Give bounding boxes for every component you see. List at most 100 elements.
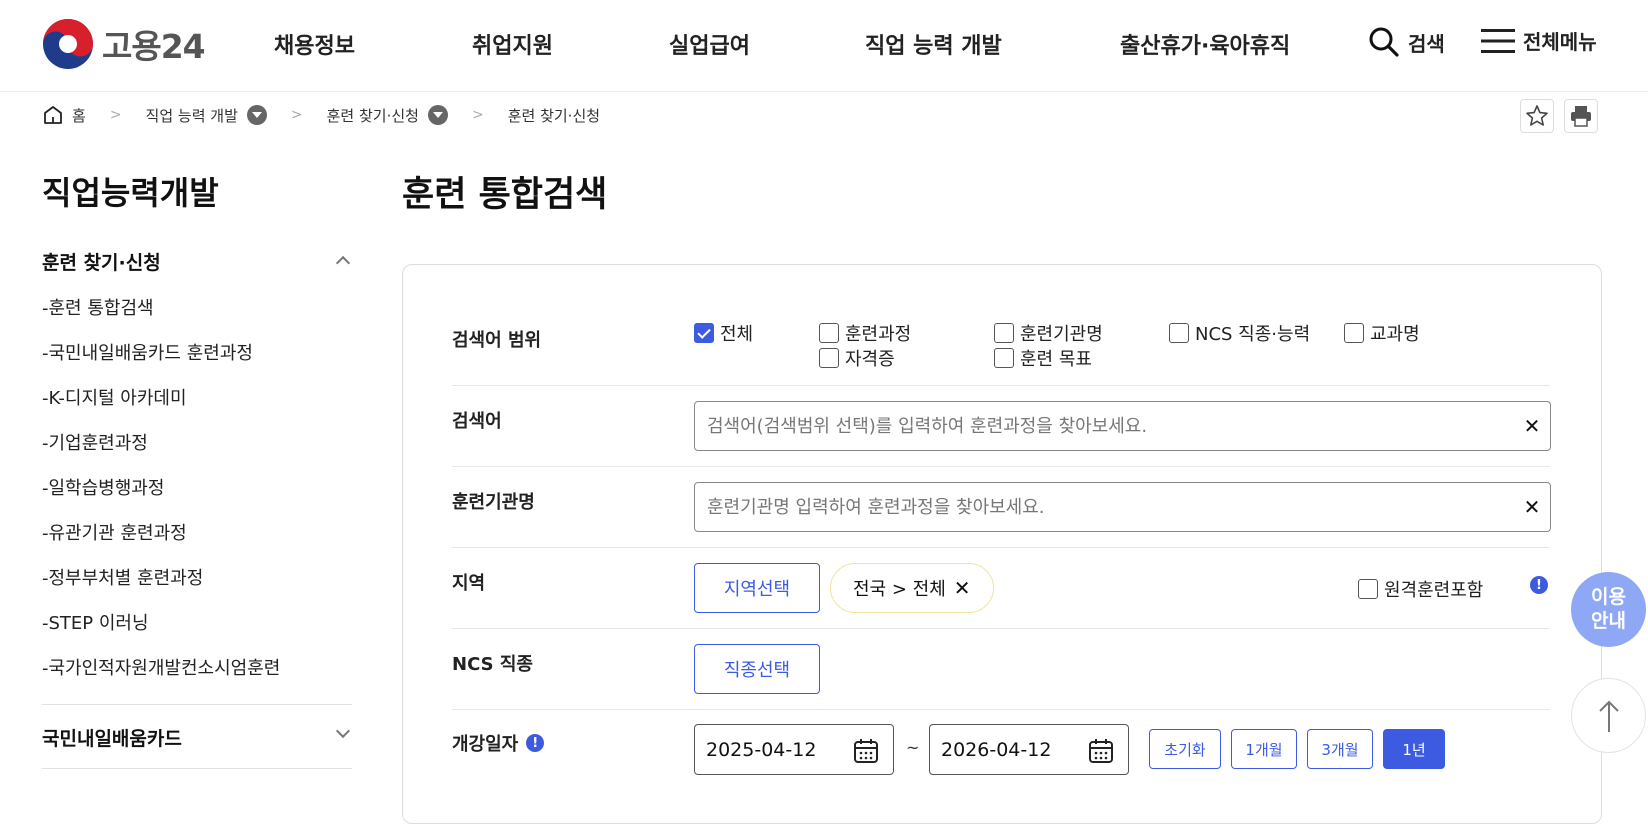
checkbox-icon: [994, 348, 1014, 368]
date-range-tilde: ~: [906, 738, 920, 757]
start-date-from-field[interactable]: 2025-04-12: [694, 724, 894, 775]
header-menu-label: 전체메뉴: [1523, 30, 1597, 54]
scope-checkbox-goal[interactable]: 훈련 목표: [994, 345, 1092, 371]
checkbox-icon: [819, 348, 839, 368]
scroll-top-button[interactable]: [1571, 678, 1646, 753]
clear-keyword-icon[interactable]: ✕: [1514, 414, 1550, 438]
breadcrumb-level1[interactable]: 직업 능력 개발: [146, 105, 238, 126]
sidebar-item-integrated-search[interactable]: -훈련 통합검색: [42, 294, 154, 320]
sidebar-item-tomorrow-card-course[interactable]: -국민내일배움카드 훈련과정: [42, 339, 253, 365]
scope-option-label: 자격증: [845, 349, 895, 370]
scope-checkbox-certificate[interactable]: 자격증: [819, 345, 895, 371]
scope-option-label: 훈련기관명: [1020, 324, 1103, 345]
checkbox-icon: [1358, 579, 1378, 599]
print-button[interactable]: [1564, 99, 1598, 133]
logo-text: 고용24: [102, 27, 206, 66]
row-divider: [452, 709, 1550, 710]
star-icon: [1526, 105, 1548, 126]
scope-option-label: 훈련 목표: [1020, 349, 1092, 370]
ncs-select-button[interactable]: 직종선택: [694, 644, 820, 694]
hamburger-icon: [1481, 28, 1515, 53]
scope-checkbox-ncs[interactable]: NCS 직종·능력: [1169, 320, 1310, 346]
sidebar-item-government-ministry[interactable]: -정부부처별 훈련과정: [42, 564, 203, 590]
chevron-up-icon: [335, 255, 351, 271]
breadcrumb-home[interactable]: 홈: [72, 105, 86, 126]
institution-label: 훈련기관명: [452, 492, 535, 513]
arrow-up-icon: [1598, 700, 1619, 732]
breadcrumb-dropdown-icon[interactable]: [427, 105, 448, 125]
sidebar-group-training-search[interactable]: 훈련 찾기·신청: [42, 248, 352, 275]
sidebar-item-consortium[interactable]: -국가인적자원개발컨소시엄훈련: [42, 654, 280, 680]
scope-checkbox-course[interactable]: 훈련과정: [819, 320, 911, 346]
breadcrumb-separator-icon: >: [290, 107, 303, 123]
calendar-icon[interactable]: [853, 738, 879, 764]
keyword-label: 검색어: [452, 411, 502, 432]
nav-job-skill-dev[interactable]: 직업 능력 개발: [865, 28, 1002, 60]
sidebar-title: 직업능력개발: [42, 174, 219, 212]
keyword-input[interactable]: [707, 415, 1514, 437]
sidebar-group-label: 국민내일배움카드: [42, 728, 182, 750]
keyword-field: ✕: [694, 401, 1551, 451]
clear-institution-icon[interactable]: ✕: [1514, 495, 1550, 519]
calendar-icon[interactable]: [1088, 738, 1114, 764]
period-reset-button[interactable]: 초기화: [1149, 729, 1221, 769]
institution-input[interactable]: [707, 496, 1514, 518]
nav-maternity-childcare[interactable]: 출산휴가·육아휴직: [1120, 28, 1290, 60]
remote-training-checkbox[interactable]: 원격훈련포함: [1358, 576, 1483, 602]
remote-info-icon[interactable]: !: [1530, 576, 1548, 594]
search-icon: [1369, 27, 1399, 57]
sidebar-item-corporate-training[interactable]: -기업훈련과정: [42, 429, 148, 455]
printer-icon: [1571, 106, 1591, 127]
checkbox-icon: [1169, 323, 1189, 343]
usage-guide-button[interactable]: 이용 안내: [1571, 572, 1646, 647]
usage-guide-line2: 안내: [1591, 609, 1626, 632]
scope-label: 검색어 범위: [452, 330, 542, 351]
header-all-menu-button[interactable]: 전체메뉴: [1481, 26, 1597, 55]
region-chip: 전국 > 전체 ✕: [830, 563, 994, 613]
scope-checkbox-subject[interactable]: 교과명: [1344, 320, 1420, 346]
region-chip-label: 전국 > 전체: [853, 579, 946, 600]
header-search-label: 검색: [1408, 31, 1445, 56]
nav-unemployment-benefit[interactable]: 실업급여: [669, 28, 750, 60]
scope-option-label: 교과명: [1370, 324, 1420, 345]
period-1year-button[interactable]: 1년: [1383, 729, 1445, 769]
region-select-button[interactable]: 지역선택: [694, 563, 820, 613]
sidebar-item-step-elearning[interactable]: -STEP 이러닝: [42, 609, 149, 635]
remove-region-icon[interactable]: ✕: [954, 576, 971, 600]
institution-field: ✕: [694, 482, 1551, 532]
header-search-button[interactable]: 검색: [1368, 26, 1445, 58]
start-date-label-text: 개강일자: [452, 734, 519, 755]
start-date-to-field[interactable]: 2026-04-12: [929, 724, 1129, 775]
scope-checkbox-all[interactable]: 전체: [694, 320, 753, 346]
scope-option-label: NCS 직종·능력: [1195, 324, 1311, 345]
sidebar-divider: [42, 704, 352, 705]
taegeuk-logo-icon: [43, 19, 93, 69]
sidebar-item-k-digital-academy[interactable]: -K-디지털 아카데미: [42, 384, 187, 410]
sidebar-item-related-institution[interactable]: -유관기관 훈련과정: [42, 519, 187, 545]
nav-job-support[interactable]: 취업지원: [472, 28, 553, 60]
period-1month-button[interactable]: 1개월: [1231, 729, 1297, 769]
favorite-button[interactable]: [1520, 99, 1554, 133]
breadcrumb-separator-icon: >: [109, 107, 122, 123]
ncs-label: NCS 직종: [452, 654, 533, 675]
page-title: 훈련 통합검색: [402, 175, 608, 215]
site-logo[interactable]: 고용24: [42, 18, 206, 70]
scope-option-label: 전체: [720, 324, 754, 345]
breadcrumb-level2[interactable]: 훈련 찾기·신청: [327, 105, 419, 126]
row-divider: [452, 385, 1550, 386]
start-date-label: 개강일자 !: [452, 730, 545, 756]
scope-checkbox-institution[interactable]: 훈련기관명: [994, 320, 1103, 346]
start-date-info-icon[interactable]: !: [526, 734, 545, 752]
sidebar-divider: [42, 768, 352, 769]
sidebar-item-work-study[interactable]: -일학습병행과정: [42, 474, 164, 500]
sidebar-group-tomorrow-card[interactable]: 국민내일배움카드: [42, 723, 352, 751]
sidebar-group-label: 훈련 찾기·신청: [42, 252, 161, 274]
period-3month-button[interactable]: 3개월: [1307, 729, 1373, 769]
breadcrumb-dropdown-icon[interactable]: [246, 105, 267, 125]
usage-guide-label: 이용 안내: [1591, 586, 1626, 634]
nav-recruit-info[interactable]: 채용정보: [274, 28, 355, 60]
breadcrumb: 홈 > 직업 능력 개발 > 훈련 찾기·신청 > 훈련 찾기·신청: [42, 104, 600, 126]
checkbox-icon: [994, 323, 1014, 343]
home-icon[interactable]: [42, 104, 64, 126]
row-divider: [452, 628, 1550, 629]
